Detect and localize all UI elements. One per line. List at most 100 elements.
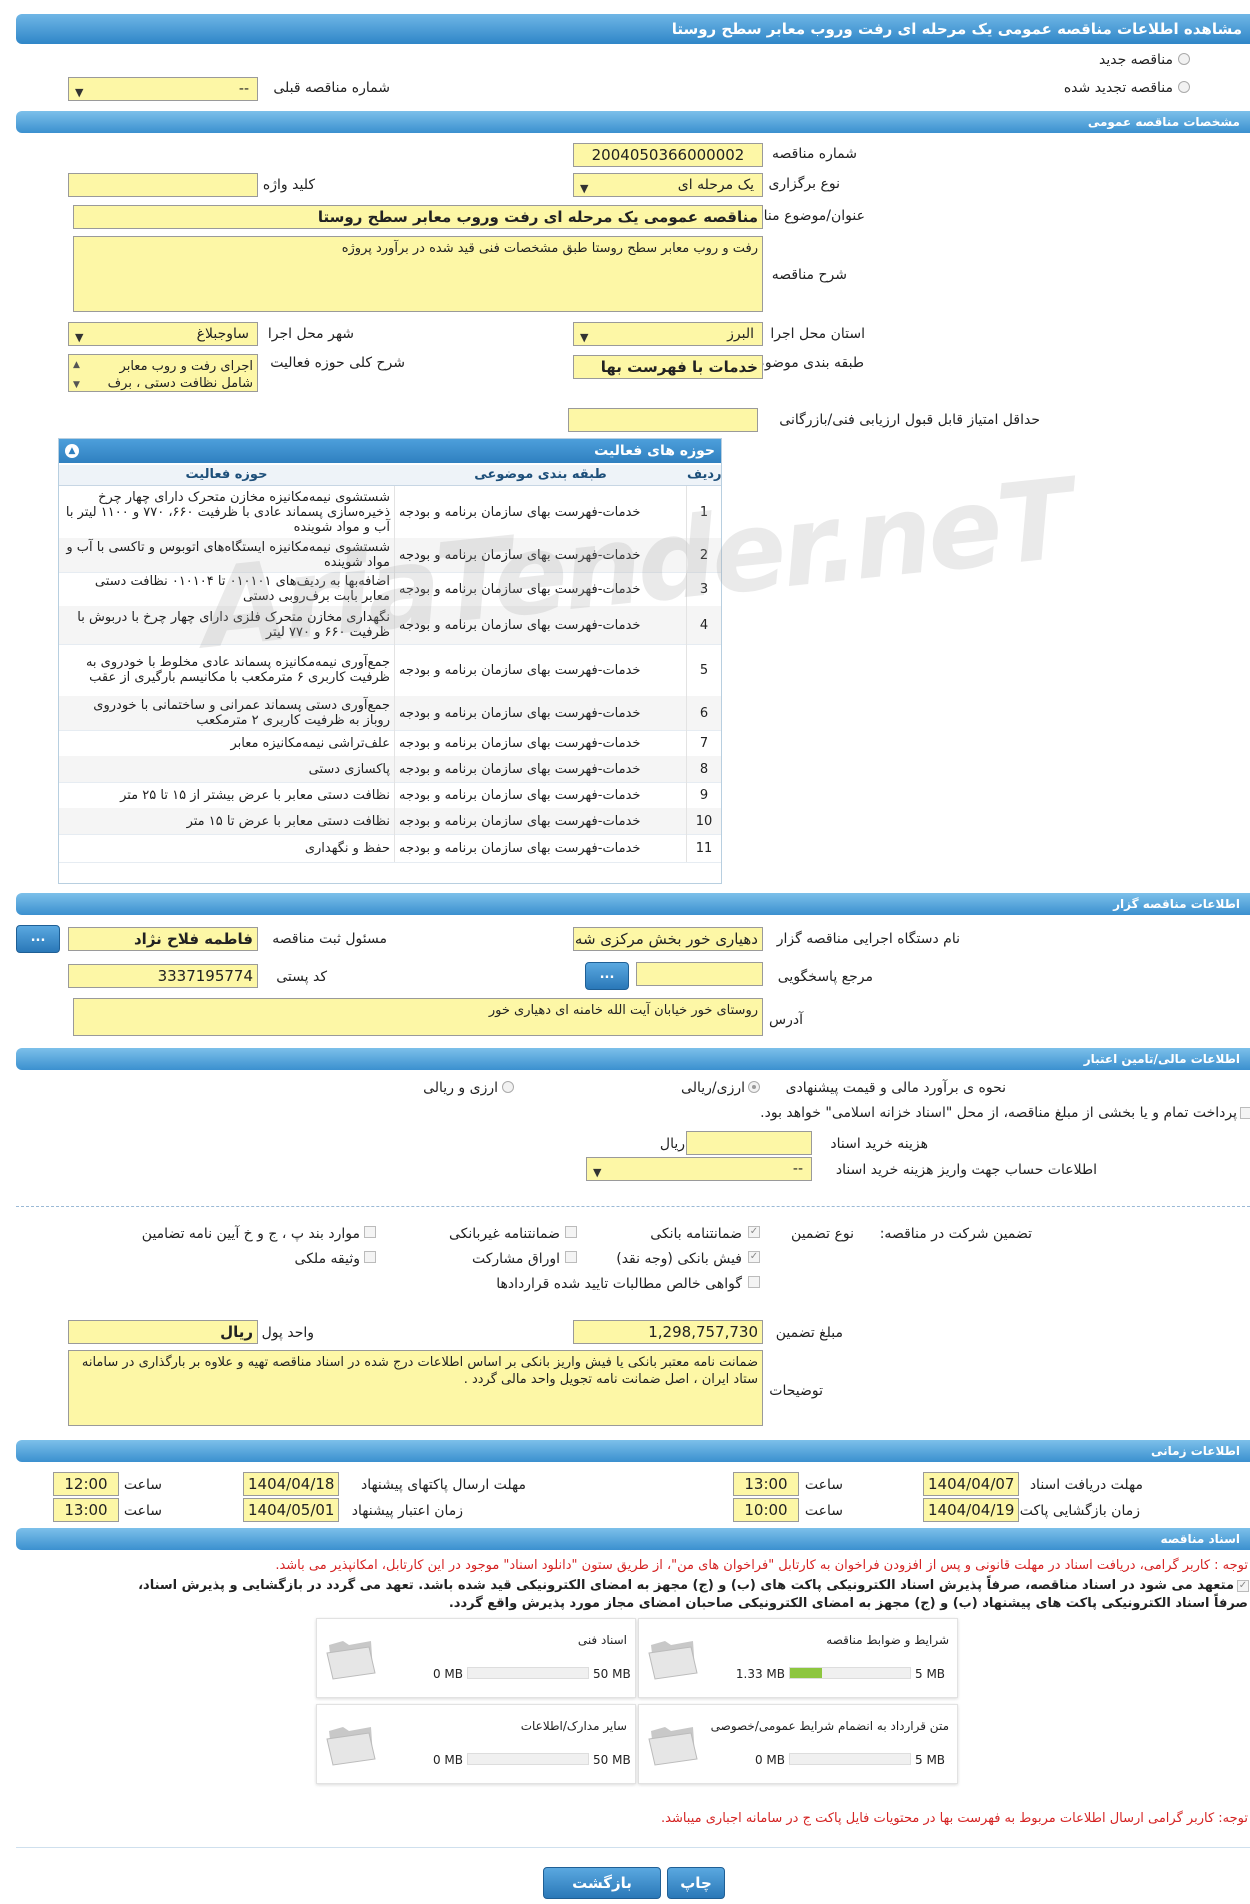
file-max-size: 50 MB: [593, 1753, 631, 1767]
doc-receive-date[interactable]: 1404/04/07: [923, 1472, 1019, 1496]
back-button[interactable]: بازگشت: [543, 1867, 661, 1899]
row-field: نظافت دستی معابر با عرض بیشتر از ۱۵ تا ۲…: [120, 787, 390, 803]
folder-icon[interactable]: [645, 1631, 701, 1683]
min-score-field[interactable]: [568, 408, 758, 432]
validity-time[interactable]: 13:00: [53, 1498, 119, 1522]
chevron-down-icon: ▼: [75, 86, 84, 99]
new-tender-radio[interactable]: [1178, 53, 1190, 65]
open-time[interactable]: 10:00: [733, 1498, 799, 1522]
file-card[interactable]: متن قرارداد به انضمام شرایط عمومی/خصوصی 5…: [638, 1704, 958, 1784]
bank-guarantee-label: ضمانتنامه بانکی: [650, 1226, 742, 1242]
doc-cost-unit: ریال: [659, 1136, 685, 1152]
tender-description-label: شرح مناقصه: [771, 267, 847, 283]
table-row: 7 خدمات-فهرست بهای سازمان برنامه و بودجه ع…: [59, 730, 721, 757]
submit-label: مهلت ارسال پاکتهای پیشنهاد: [360, 1477, 526, 1493]
row-field: پاکسازی دستی: [308, 761, 390, 777]
device-field[interactable]: دهیاری خور بخش مرکزی شه: [573, 927, 763, 951]
submit-time-label: ساعت: [123, 1477, 162, 1493]
activities-grid-header: حوزه های فعالیت ▲: [59, 439, 721, 463]
scroll-down-icon[interactable]: ▼: [73, 377, 80, 391]
scroll-up-icon[interactable]: ▲: [73, 357, 80, 374]
province-label: استان محل اجرا: [770, 326, 865, 342]
tender-number-field[interactable]: 2004050366000002: [573, 143, 763, 167]
tender-title-field[interactable]: مناقصه عمومی یک مرحله ای رفت وروب معابر …: [73, 205, 763, 229]
chevron-down-icon: ▼: [580, 182, 589, 195]
file-progress: [467, 1667, 589, 1679]
file-max-size: 50 MB: [593, 1667, 631, 1681]
open-label: زمان بازگشایی پاکت ها: [1003, 1503, 1140, 1519]
tender-description-field[interactable]: رفت و روب معابر سطح روستا طبق مشخصات فنی…: [73, 236, 763, 312]
file-progress: [467, 1753, 589, 1765]
print-button[interactable]: چاپ: [667, 1867, 725, 1899]
keyword-label: کلید واژه: [262, 177, 315, 193]
nonbank-guarantee-checkbox[interactable]: [565, 1226, 577, 1238]
claims-checkbox[interactable]: [748, 1276, 760, 1288]
file-current-size: 0 MB: [432, 1753, 463, 1767]
category-field[interactable]: خدمات با فهرست بها: [573, 355, 763, 379]
file-card[interactable]: سایر مدارک/اطلاعات 50 MB 0 MB: [316, 1704, 636, 1784]
commit-line-1: متعهد می شود در اسناد مناقصه، صرفاً پذیر…: [138, 1578, 1234, 1593]
keyword-field[interactable]: [68, 173, 258, 197]
city-select[interactable]: ساوجبلاغ ▼: [68, 322, 258, 346]
submit-date[interactable]: 1404/04/18: [243, 1472, 339, 1496]
treasury-checkbox[interactable]: [1240, 1107, 1250, 1119]
folder-icon[interactable]: [323, 1631, 379, 1683]
row-number: 11: [686, 834, 721, 862]
table-row: 9 خدمات-فهرست بهای سازمان برنامه و بودجه ن…: [59, 782, 721, 809]
file-card[interactable]: شرایط و ضوابط مناقصه 5 MB 1.33 MB: [638, 1618, 958, 1698]
rial-radio[interactable]: [748, 1081, 760, 1093]
reference-field[interactable]: [636, 962, 763, 986]
open-time-label: ساعت: [804, 1503, 843, 1519]
activity-desc-label: شرح کلی حوزه فعالیت: [270, 355, 405, 371]
bonds-checkbox[interactable]: [565, 1251, 577, 1263]
file-max-size: 5 MB: [915, 1667, 946, 1681]
price-list-notice: توجه: کاربر گرامی ارسال اطلاعات مربوط به…: [661, 1811, 1248, 1826]
previous-number-select[interactable]: -- ▼: [68, 77, 258, 101]
currency-unit-field[interactable]: ریال: [68, 1320, 258, 1344]
province-select[interactable]: البرز ▼: [573, 322, 763, 346]
row-number: 8: [686, 756, 721, 782]
address-field[interactable]: روستای خور خیابان آیت الله خامنه ای دهیا…: [73, 998, 763, 1036]
timing-section-header: اطلاعات زمانی: [16, 1440, 1250, 1462]
renewed-tender-radio[interactable]: [1178, 81, 1190, 93]
col-field: حوزه فعالیت: [59, 465, 394, 486]
doc-receive-time-label: ساعت: [804, 1477, 843, 1493]
bank-guarantee-checkbox[interactable]: ✓: [748, 1226, 760, 1238]
collapse-icon[interactable]: ▲: [65, 444, 79, 458]
currency-rial-radio[interactable]: [502, 1081, 514, 1093]
chevron-down-icon: ▼: [75, 331, 84, 344]
activity-desc-field[interactable]: اجرای رفت و روب معابر شامل نظافت دستی ، …: [68, 354, 258, 392]
file-current-size: 0 MB: [432, 1667, 463, 1681]
bank-receipt-checkbox[interactable]: ✓: [748, 1251, 760, 1263]
tender-number-label: شماره مناقصه: [772, 146, 857, 162]
registrar-field[interactable]: فاطمه فلاح نژاد: [68, 927, 258, 951]
validity-time-label: ساعت: [123, 1503, 162, 1519]
property-label: وثیقه ملکی: [294, 1251, 360, 1267]
folder-icon[interactable]: [645, 1717, 701, 1769]
row-category: خدمات-فهرست بهای سازمان برنامه و بودجه: [394, 644, 687, 696]
doc-receive-time[interactable]: 13:00: [733, 1472, 799, 1496]
table-row: 8 خدمات-فهرست بهای سازمان برنامه و بودجه پ…: [59, 756, 721, 783]
postal-field[interactable]: 3337195774: [68, 964, 258, 988]
open-date[interactable]: 1404/04/19: [923, 1498, 1019, 1522]
holding-type-select[interactable]: یک مرحله ای ▼: [573, 173, 763, 197]
guarantee-amount-field[interactable]: 1,298,757,730: [573, 1320, 763, 1344]
property-checkbox[interactable]: [364, 1251, 376, 1263]
file-card[interactable]: اسناد فنی 50 MB 0 MB: [316, 1618, 636, 1698]
doc-cost-field[interactable]: [686, 1131, 812, 1155]
validity-date[interactable]: 1404/05/01: [243, 1498, 339, 1522]
account-select[interactable]: -- ▼: [586, 1157, 812, 1181]
row-number: 6: [686, 696, 721, 730]
bonds-label: اوراق مشارکت: [471, 1251, 560, 1267]
validity-label: زمان اعتبار پیشنهاد: [351, 1503, 463, 1519]
documents-notice: توجه : کاربر گرامی، دریافت اسناد در مهلت…: [275, 1558, 1248, 1573]
previous-number-label: شماره مناقصه قبلی: [273, 80, 390, 96]
commit-checkbox: ✓: [1237, 1580, 1249, 1592]
chevron-down-icon: ▼: [593, 1166, 602, 1179]
items-checkbox[interactable]: [364, 1226, 376, 1238]
registrar-more-button[interactable]: ...: [16, 925, 60, 953]
reference-more-button[interactable]: ...: [585, 962, 629, 990]
submit-time[interactable]: 12:00: [53, 1472, 119, 1496]
guarantee-notes-field[interactable]: ضمانت نامه معتبر بانکی یا فیش واریز بانک…: [68, 1350, 763, 1426]
folder-icon[interactable]: [323, 1717, 379, 1769]
